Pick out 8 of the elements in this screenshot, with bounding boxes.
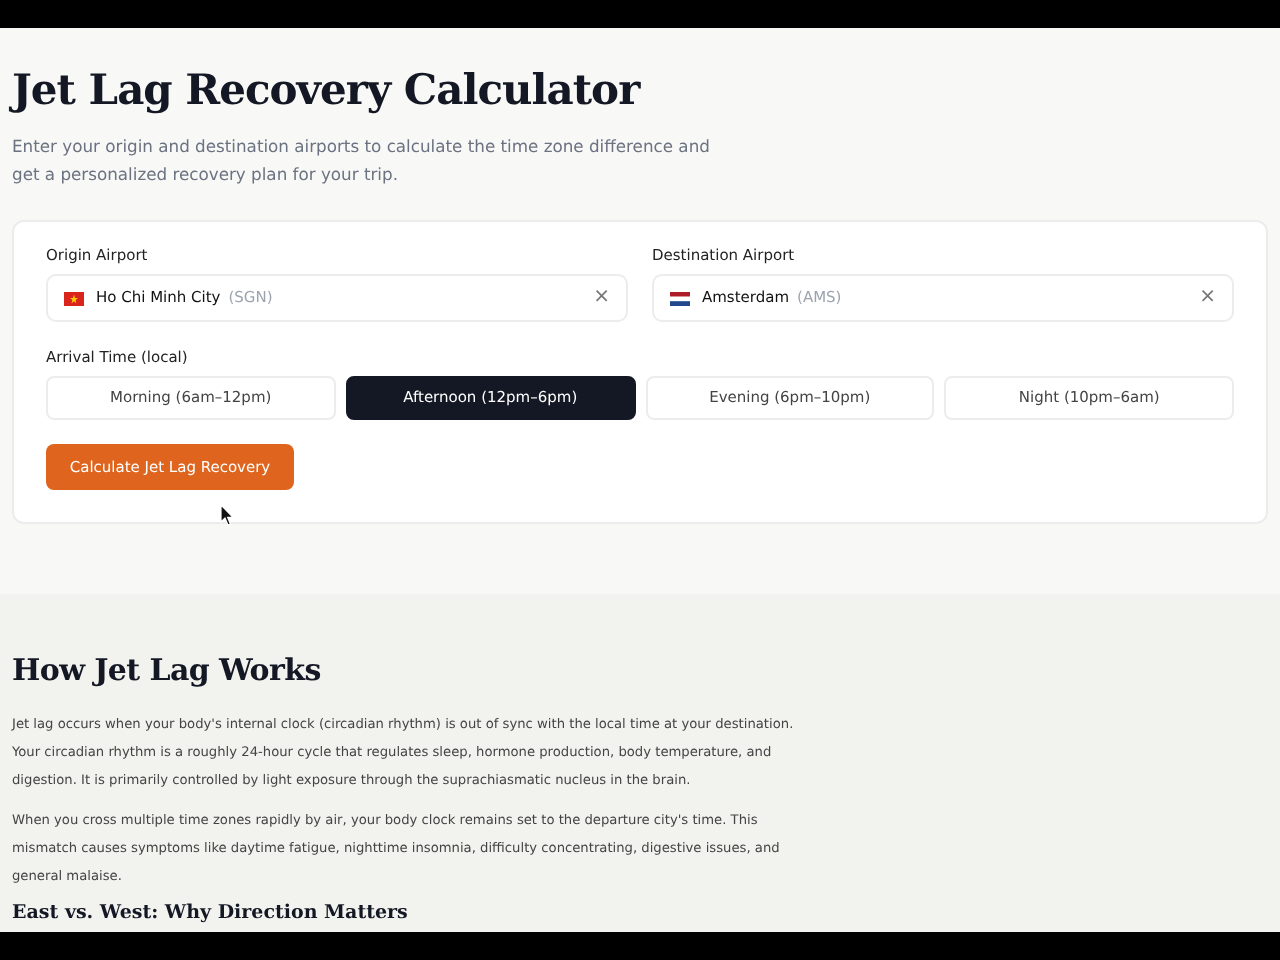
page-subtitle: Enter your origin and destination airports to calculate the time zone difference and get a personalized recovery plan for your trip. <box>12 134 712 188</box>
page-title: Jet Lag Recovery Calculator <box>12 62 643 118</box>
clear-button[interactable]: × <box>1199 288 1216 308</box>
flag-icon <box>64 291 84 305</box>
clear-button[interactable]: × <box>593 288 610 308</box>
section-heading: How Jet Lag Works <box>12 650 323 690</box>
flag-icon <box>670 291 690 305</box>
section-subheading: East vs. West: Why Direction Matters <box>12 902 410 926</box>
